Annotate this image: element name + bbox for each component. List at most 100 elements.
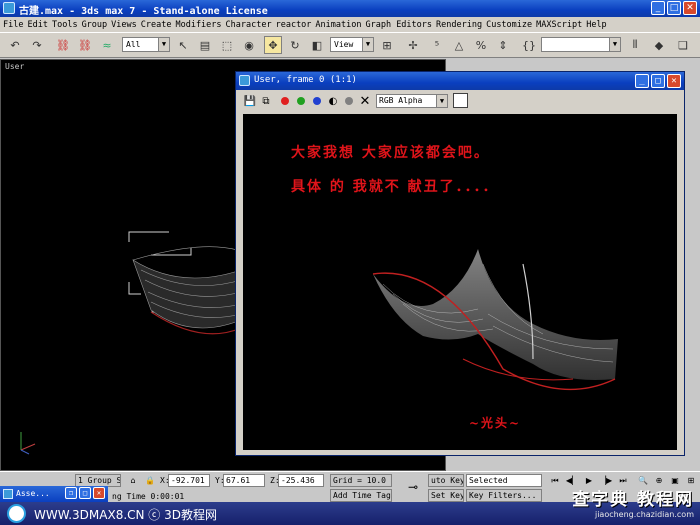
selection-filter-dropdown[interactable]: All ▼	[122, 37, 170, 52]
move-icon[interactable]: ✥	[264, 36, 282, 54]
render-toolbar: 💾 ⧉ ◐ ✕ RGB Alpha ▼	[236, 90, 684, 112]
watermark-url: jiaocheng.chazidian.com	[594, 510, 694, 519]
pivot-center-icon[interactable]: ⊞	[378, 36, 396, 54]
menu-file[interactable]: File	[3, 20, 27, 30]
redo-icon[interactable]: ↷	[28, 36, 46, 54]
blue-channel-icon	[313, 97, 321, 105]
menu-modifiers[interactable]: Modifiers	[175, 20, 225, 30]
render-maximize-button[interactable]: □	[651, 74, 665, 88]
menu-animation[interactable]: Animation	[315, 20, 365, 30]
maximize-button[interactable]: □	[667, 1, 681, 15]
rendered-roof-image	[372, 249, 618, 391]
menu-tools[interactable]: Tools	[52, 20, 82, 30]
align-icon[interactable]: ◆	[650, 36, 668, 54]
mono-channel-icon	[345, 97, 353, 105]
bind-space-warp-icon[interactable]: ≈	[98, 36, 116, 54]
render-window-titlebar[interactable]: User, frame 0 (1:1) _ □ ✕	[236, 72, 684, 90]
key-filters-button[interactable]: Key Filters...	[466, 489, 542, 502]
site-watermark: 查字典 教程网 jiaocheng.chazidian.com	[572, 485, 694, 519]
banner-text: WWW.3DMAX8.CN ⓒ 3D教程网	[34, 508, 218, 522]
close-button[interactable]: ✕	[683, 1, 697, 15]
main-toolbar: ↶ ↷ ⛓ ⛓ ≈ All ▼ ↖ ▤ ⬚ ◉ ✥ ↻ ◧ View ▼ ⊞ ✢…	[0, 32, 700, 58]
scale-icon[interactable]: ◧	[308, 36, 326, 54]
add-time-tag-button[interactable]: Add Time Tag	[330, 489, 392, 502]
minimized-window-icon	[3, 489, 13, 499]
window-crossing-icon[interactable]: ◉	[240, 36, 258, 54]
menu-customize[interactable]: Customize	[486, 20, 536, 30]
lock-selection-icon[interactable]: 🔒	[143, 474, 157, 487]
minimized-window[interactable]: Asse... ❐ □ ✕	[0, 486, 108, 502]
key-icon[interactable]: ⊸	[402, 481, 424, 494]
menu-reactor[interactable]: reactor	[276, 20, 316, 30]
reference-coordinate-dropdown[interactable]: View ▼	[330, 37, 374, 52]
grid-size: Grid = 10.0	[330, 474, 392, 487]
menu-rendering[interactable]: Rendering	[436, 20, 486, 30]
chevron-down-icon: ▼	[362, 38, 373, 51]
clone-icon[interactable]: ⧉	[259, 94, 273, 108]
x-coordinate-field[interactable]: -92.701	[168, 474, 210, 487]
z-coordinate-field[interactable]: -25.436	[278, 474, 324, 487]
mini-maximize-button[interactable]: □	[79, 487, 91, 499]
mono-channel-toggle[interactable]	[342, 94, 356, 108]
key-mode-dropdown[interactable]: Selected	[466, 474, 542, 487]
app-icon[interactable]	[3, 2, 15, 14]
chevron-down-icon: ▼	[158, 38, 169, 51]
minimized-window-title: Asse...	[16, 489, 50, 498]
green-channel-icon	[297, 97, 305, 105]
menu-character[interactable]: Character	[226, 20, 276, 30]
save-icon[interactable]: 💾	[243, 94, 257, 108]
spinner-snap-icon[interactable]: ⇕	[494, 36, 512, 54]
channel-display-dropdown[interactable]: RGB Alpha ▼	[376, 94, 448, 108]
blue-channel-toggle[interactable]	[310, 94, 324, 108]
green-channel-toggle[interactable]	[294, 94, 308, 108]
pixel-color-swatch[interactable]	[453, 93, 468, 108]
clear-icon[interactable]: ✕	[358, 94, 372, 109]
signature-text: ~光头~	[469, 416, 522, 430]
watermark-title: 查字典 教程网	[572, 490, 694, 510]
render-close-button[interactable]: ✕	[667, 74, 681, 88]
unlink-icon[interactable]: ⛓	[76, 36, 94, 54]
isolate-icon[interactable]: ⌂	[126, 474, 140, 487]
rendered-frame-window[interactable]: User, frame 0 (1:1) _ □ ✕ 💾 ⧉ ◐ ✕ RGB Al…	[235, 71, 685, 456]
render-canvas: 大家我想 大家应该都会吧。 具体 的 我就不 献丑了．．．． ~光头~	[243, 114, 677, 450]
menu-create[interactable]: Create	[141, 20, 176, 30]
window-title: 古建.max - 3ds max 7 - Stand-alone License	[19, 6, 268, 17]
select-object-icon[interactable]: ↖	[174, 36, 192, 54]
auto-key-button[interactable]: uto Key	[428, 474, 464, 487]
render-minimize-button[interactable]: _	[635, 74, 649, 88]
snaps-toggle-icon[interactable]: ⁵	[428, 36, 446, 54]
alpha-channel-toggle[interactable]: ◐	[326, 94, 340, 108]
goto-start-icon[interactable]: ⏮	[548, 474, 562, 487]
menu-views[interactable]: Views	[111, 20, 141, 30]
menu-maxscript[interactable]: MAXScript	[536, 20, 586, 30]
mini-restore-button[interactable]: ❐	[65, 487, 77, 499]
menu-help[interactable]: Help	[586, 20, 610, 30]
layer-manager-icon[interactable]: ❏	[674, 36, 692, 54]
select-manipulate-icon[interactable]: ✢	[404, 36, 422, 54]
mirror-icon[interactable]: ⫴	[626, 36, 644, 54]
red-channel-icon	[281, 97, 289, 105]
select-link-icon[interactable]: ⛓	[54, 36, 72, 54]
rectangular-selection-icon[interactable]: ⬚	[218, 36, 236, 54]
menu-group[interactable]: Group	[82, 20, 112, 30]
title-bar[interactable]: 古建.max - 3ds max 7 - Stand-alone License…	[0, 0, 700, 17]
angle-snap-icon[interactable]: △	[450, 36, 468, 54]
app-window: 古建.max - 3ds max 7 - Stand-alone License…	[0, 0, 700, 525]
menu-edit[interactable]: Edit	[27, 20, 51, 30]
channel-display-value: RGB Alpha	[379, 96, 423, 105]
select-by-name-icon[interactable]: ▤	[196, 36, 214, 54]
rendering-time: ng Time 0:00:01	[112, 492, 185, 501]
percent-snap-icon[interactable]: %	[472, 36, 490, 54]
chevron-down-icon: ▼	[436, 95, 447, 107]
named-selection-icon[interactable]: {}	[520, 36, 538, 54]
rotate-icon[interactable]: ↻	[286, 36, 304, 54]
menu-graph-editors[interactable]: Graph Editors	[365, 20, 436, 30]
reference-coordinate-value: View	[334, 40, 354, 49]
minimize-button[interactable]: _	[651, 1, 665, 15]
set-key-button[interactable]: Set Key	[428, 489, 464, 502]
undo-icon[interactable]: ↶	[6, 36, 24, 54]
y-coordinate-field[interactable]: 67.61	[223, 474, 265, 487]
mini-close-button[interactable]: ✕	[93, 487, 105, 499]
named-selection-dropdown[interactable]: ▼	[541, 37, 621, 52]
red-channel-toggle[interactable]	[278, 94, 292, 108]
